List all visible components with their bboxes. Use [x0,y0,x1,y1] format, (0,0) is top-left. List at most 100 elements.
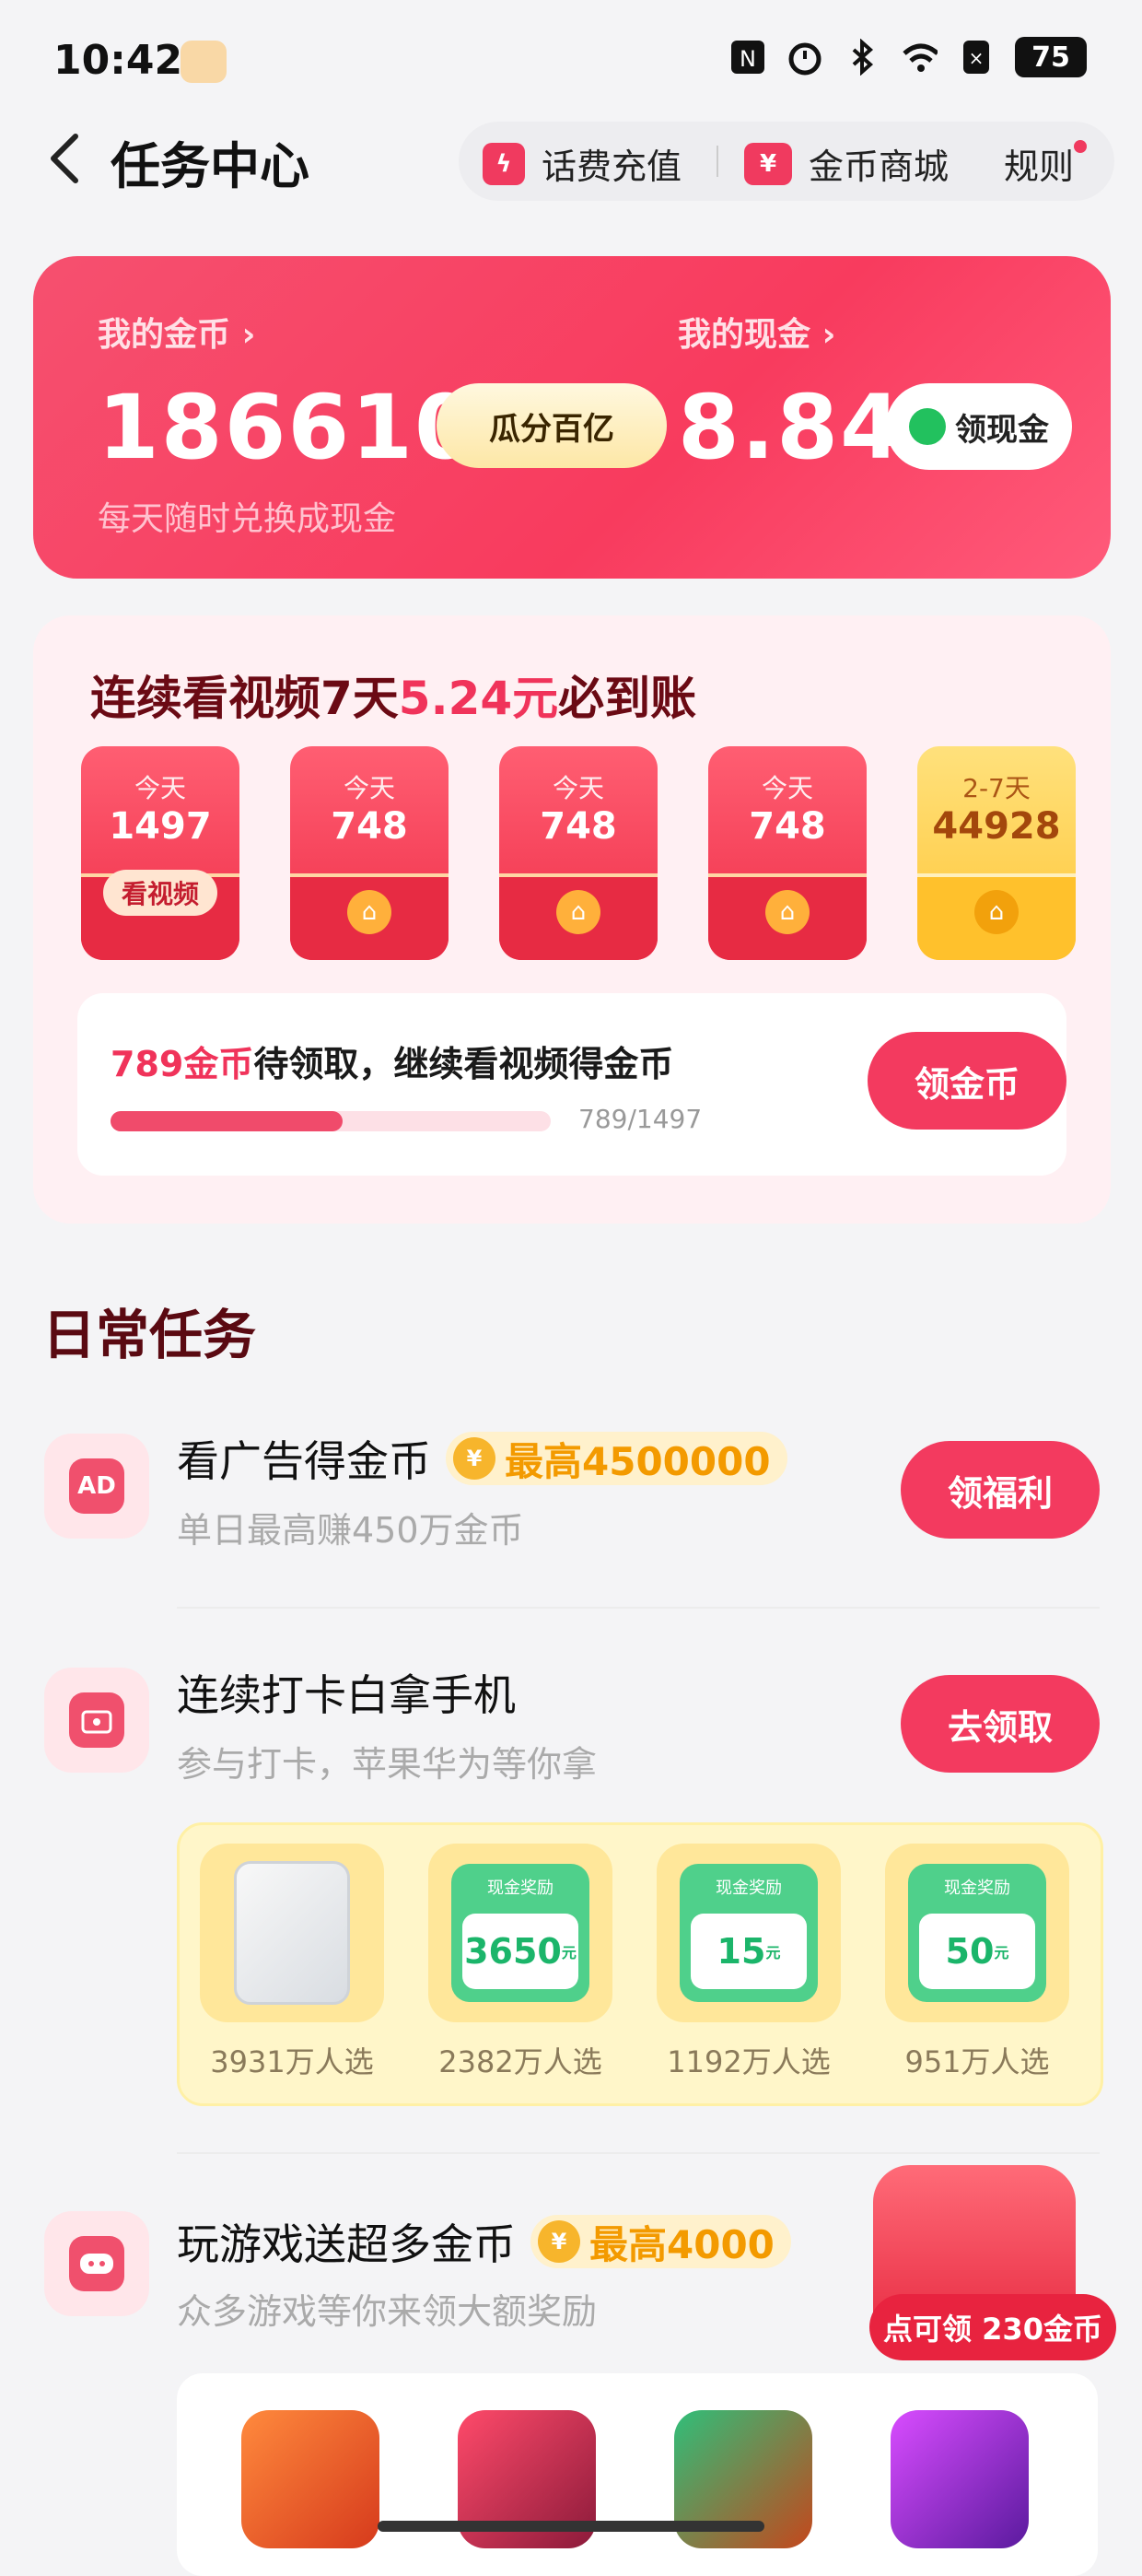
task-subtitle: 众多游戏等你来领大额奖励 [177,2291,598,2332]
cash-value: 50 [945,1931,995,1972]
prize-phone[interactable]: 3931万人选 [200,1844,384,2081]
cash-voucher-icon: 现金奖励 15 元 [680,1864,818,2002]
back-button[interactable] [37,129,96,188]
chevron-left-icon [51,134,78,183]
cash-header: 现金奖励 [944,1879,1010,1898]
coin-icon: ¥ [538,2220,580,2263]
pending-message: 待领取，继续看视频得金币 [253,1044,674,1084]
claim-benefit-button[interactable]: 领福利 [901,1441,1100,1539]
recharge-link[interactable]: ϟ 话费充值 [483,138,682,189]
streak-day-envelope[interactable]: 2-7天 44928 ⌂ [917,746,1076,960]
wallet-card: 我的金币 › 186610 瓜分百亿 每天随时兑换成现金 我的现金 › 8.84… [33,256,1111,579]
day-label: 今天 [343,773,395,803]
app-notification-icon [181,41,227,83]
coin-mall-label: 金币商城 [809,146,950,187]
withdraw-label: 领现金 [955,411,1049,449]
cash-unit: 元 [561,1944,577,1961]
ad-icon: AD [69,1458,124,1514]
wifi-icon [901,37,938,77]
prize-cash[interactable]: 现金奖励 3650 元 2382万人选 [428,1844,612,2081]
pending-amount: 789金币 [111,1044,254,1084]
my-cash-link[interactable]: 我的现金 › [678,308,835,356]
streak-title-suffix: 必到账 [558,672,697,725]
my-cash-label: 我的现金 [678,316,811,354]
pending-coins-text: 789金币待领取，继续看视频得金币 [111,1036,673,1086]
cash-value: 15 [717,1931,766,1972]
divider [717,146,718,177]
go-claim-button[interactable]: 去领取 [901,1675,1100,1773]
coins-value: 186610 [98,376,478,479]
progress-bar [111,1111,551,1131]
svg-text:N: N [740,46,756,72]
page-title: 任务中心 [111,137,309,195]
task-subtitle: 参与打卡，苹果华为等你拿 [177,1744,598,1785]
game-task-icon [44,2211,149,2316]
cash-unit: 元 [994,1944,1009,1961]
game-bonus-button[interactable]: 点可领 230金币 [869,2294,1116,2360]
lock-icon: ⌂ [974,890,1019,934]
max-reward-tag: ¥ 最高4500000 [446,1432,787,1485]
coins-hint: 每天随时兑换成现金 [98,500,397,538]
game-list [177,2373,1098,2576]
progress-panel: 789金币待领取，继续看视频得金币 789/1497 领金币 [77,993,1066,1176]
progress-bar-fill [111,1111,343,1131]
lock-icon: ⌂ [765,890,810,934]
chevron-right-icon: › [241,316,256,354]
streak-day-envelope[interactable]: 今天 748 ⌂ [290,746,449,960]
day-label: 今天 [761,773,813,803]
cash-voucher-icon: 现金奖励 3650 元 [451,1864,589,2002]
notification-dot [1074,140,1087,153]
wechat-icon [909,408,946,445]
coin-icon: ¥ [453,1437,495,1480]
bluetooth-icon [844,37,880,77]
streak-title-amount: 5.24元 [398,672,559,725]
prize-cash[interactable]: 现金奖励 50 元 951万人选 [885,1844,1069,2081]
phone-icon [234,1861,350,2005]
guafen-button[interactable]: 瓜分百亿 [437,383,667,468]
prize-cash[interactable]: 现金奖励 15 元 1192万人选 [657,1844,841,2081]
task-title-text: 连续打卡白拿手机 [177,1670,516,1720]
day-label: 今天 [552,773,604,803]
watch-video-button[interactable]: 看视频 [103,870,217,916]
task-title-text: 看广告得金币 [177,1436,431,1486]
ticket-icon: ¥ [744,142,792,185]
streak-title: 连续看视频7天5.24元必到账 [90,662,696,728]
divider [177,2152,1100,2154]
svg-text:×: × [969,47,985,69]
game-icon[interactable] [891,2410,1029,2548]
cash-unit: 元 [765,1944,781,1961]
day-value: 748 [749,805,826,848]
day-value: 44928 [932,805,1061,848]
streak-day-envelope[interactable]: 今天 748 ⌂ [708,746,867,960]
prize-label: 951万人选 [904,2044,1050,2079]
streak-day-envelope[interactable]: 今天 748 ⌂ [499,746,658,960]
max-reward-text: 最高4500000 [505,1438,771,1484]
game-icon[interactable] [241,2410,379,2548]
day-label: 今天 [134,773,186,803]
video-streak-card: 连续看视频7天5.24元必到账 今天 1497 看视频 今天 748 ⌂ 今天 … [33,615,1111,1224]
prize-strip: 3931万人选 现金奖励 3650 元 2382万人选 现金奖励 15 元 1192… [177,1822,1103,2106]
header-actions: ϟ 话费充值 ¥ 金币商城 规则 [459,122,1114,201]
section-title: 日常任务 [42,1304,257,1366]
rules-label: 规则 [1004,146,1075,187]
rules-link[interactable]: 规则 [1004,138,1074,189]
claim-coins-button[interactable]: 领金币 [868,1032,1066,1130]
streak-day-envelope[interactable]: 今天 1497 看视频 [81,746,239,960]
prize-label: 1192万人选 [667,2044,831,2079]
home-indicator[interactable] [378,2521,764,2532]
progress-label: 789/1497 [578,1104,703,1134]
coin-mall-link[interactable]: ¥ 金币商城 [744,138,949,189]
max-reward-tag: ¥ 最高4000 [530,2215,791,2268]
withdraw-button[interactable]: 领现金 [886,383,1072,470]
prize-label: 3931万人选 [210,2044,374,2079]
alarm-icon [787,37,823,77]
cash-value: 3650 [464,1931,562,1972]
ad-task-icon: AD [44,1434,149,1539]
divider [177,1607,1100,1609]
day-value: 748 [540,805,617,848]
sim-icon: × [958,37,995,77]
prize-label: 2382万人选 [438,2044,602,2079]
my-coins-link[interactable]: 我的金币 › [98,308,255,356]
day-label: 2-7天 [962,773,1031,803]
task-title: 看广告得金币 ¥ 最高4500000 [177,1428,787,1489]
